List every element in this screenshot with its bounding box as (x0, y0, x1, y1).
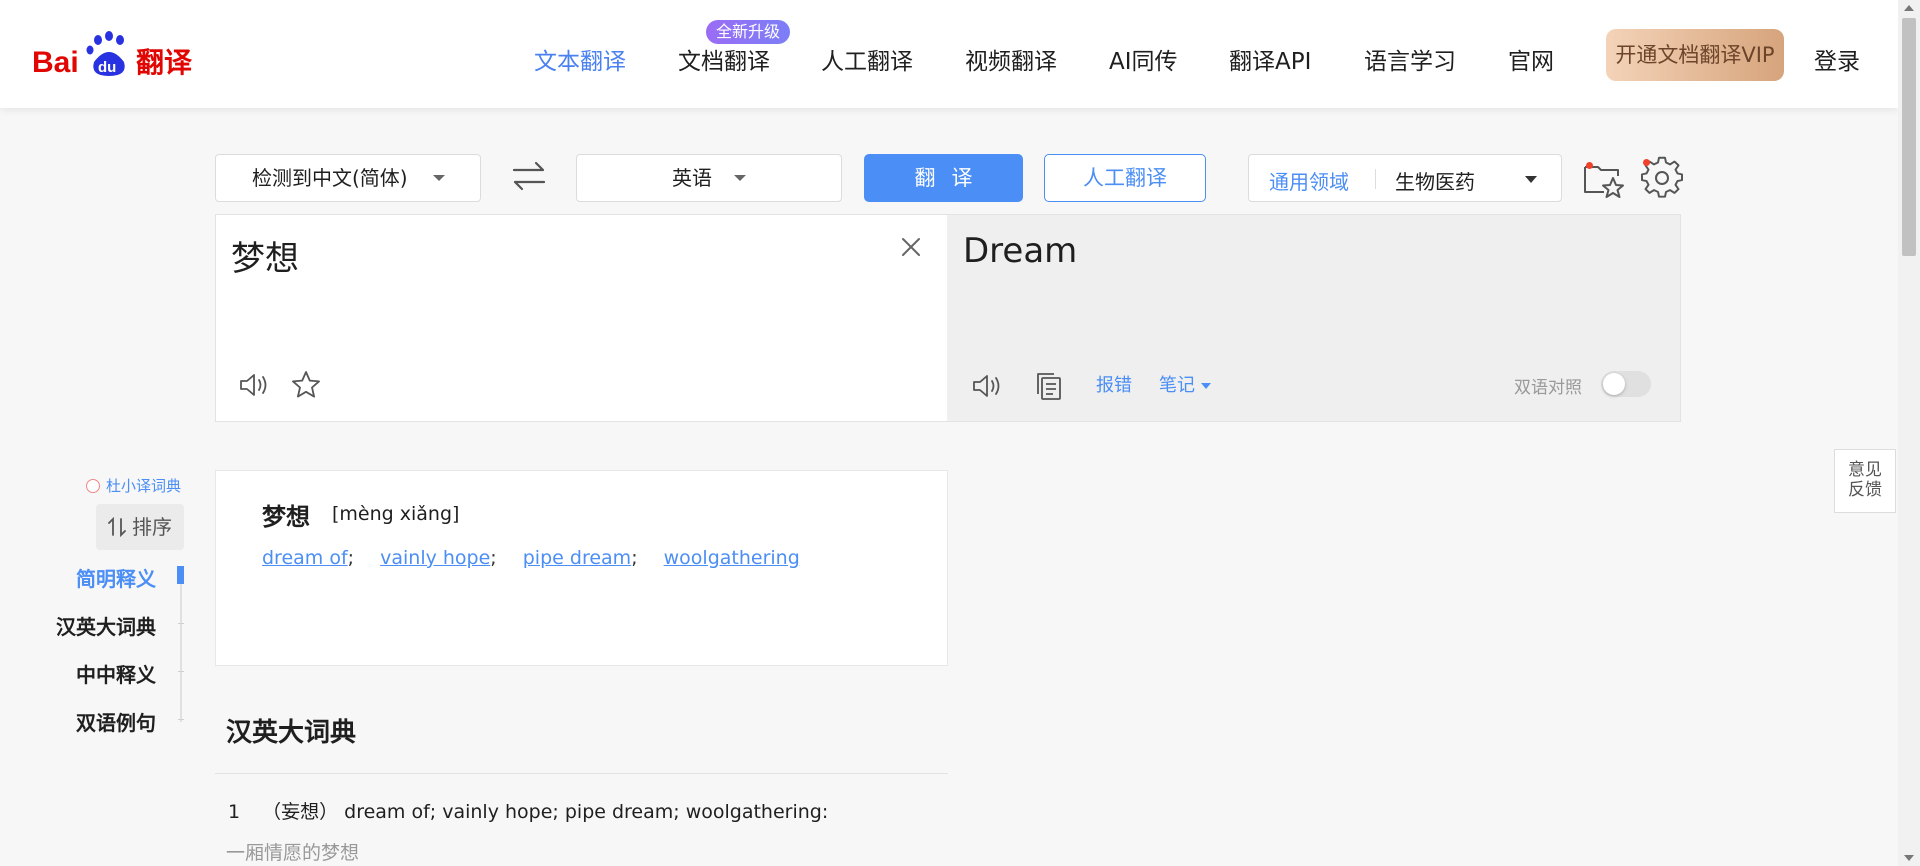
settings-icon[interactable] (1640, 156, 1684, 200)
feedback-line1: 意见 (1848, 460, 1882, 480)
translate-button[interactable]: 翻译 (864, 154, 1023, 202)
concise-definition-card: 梦想 [mèng xiǎng] dream of; vainly hope; p… (215, 470, 948, 666)
report-error-link[interactable]: 报错 (1096, 371, 1132, 397)
scroll-down-arrow-icon[interactable] (1904, 855, 1914, 861)
chevron-down-icon (433, 175, 445, 181)
nav-human-translate[interactable]: 人工翻译 (821, 42, 913, 76)
scroll-up-arrow-icon[interactable] (1904, 5, 1914, 11)
svg-text:du: du (98, 59, 116, 76)
nav-translate-api[interactable]: 翻译API (1229, 42, 1311, 76)
star-icon[interactable] (290, 369, 322, 401)
bilingual-toggle[interactable] (1601, 371, 1651, 397)
dictionary-brand-label: 杜小译词典 (106, 477, 182, 495)
new-upgrade-badge: 全新升级 (706, 20, 791, 44)
swap-icon[interactable] (511, 158, 547, 194)
toggle-knob (1603, 373, 1625, 395)
result-text-pane: Dream 报错 笔记 双语对照 (947, 214, 1681, 422)
big-dict-title: 汉英大词典 (226, 718, 357, 748)
target-language-label: 英语 (672, 166, 712, 190)
big-dict-entry: 1 （妄想） dream of; vainly hope; pipe dream;… (228, 797, 828, 824)
source-text-pane[interactable]: 梦想 (215, 214, 948, 422)
domain-value: 生物医药 (1395, 170, 1475, 194)
side-nav-big-dict[interactable]: 汉英大词典 (56, 611, 156, 640)
vip-button[interactable]: 开通文档翻译VIP (1606, 29, 1784, 81)
side-nav-chinese-def[interactable]: 中中释义 (76, 659, 156, 688)
nav-official-site[interactable]: 官网 (1508, 42, 1554, 76)
side-nav-concise[interactable]: 简明释义 (76, 563, 156, 592)
nav-text-translate[interactable]: 文本翻译 (534, 42, 626, 76)
entry-text: （妄想） dream of; vainly hope; pipe dream; … (262, 801, 829, 823)
svg-text:翻译: 翻译 (136, 46, 193, 79)
result-text: Dream (963, 231, 1078, 271)
dictionary-brand[interactable]: 杜小译词典 (86, 475, 181, 496)
side-nav-active-marker (177, 566, 184, 584)
chevron-down-icon (734, 175, 746, 181)
entry-example: 一厢情愿的梦想 (226, 842, 360, 864)
login-link[interactable]: 登录 (1814, 42, 1860, 76)
speaker-icon[interactable] (971, 370, 1003, 402)
notes-dropdown[interactable]: 笔记 (1159, 371, 1211, 397)
speaker-icon[interactable] (238, 369, 270, 401)
copy-icon[interactable] (1033, 370, 1065, 402)
chevron-down-icon (1525, 176, 1537, 183)
domain-divider (1375, 169, 1376, 189)
nav-ai-interpret[interactable]: AI同传 (1109, 42, 1178, 76)
side-nav-tick (178, 671, 184, 672)
definition-link[interactable]: vainly hope (380, 547, 490, 569)
human-translate-button[interactable]: 人工翻译 (1044, 154, 1206, 202)
side-nav-tick (178, 623, 184, 624)
side-nav-track (180, 566, 182, 722)
nav-language-learning[interactable]: 语言学习 (1364, 42, 1456, 76)
domain-general-label[interactable]: 通用领域 (1269, 166, 1349, 195)
baidu-translate-logo[interactable]: Bai du 翻译 (32, 28, 202, 84)
top-header: Bai du 翻译 文本翻译 文档翻译 全新升级 人工翻译 视频翻译 AI同传 … (0, 0, 1898, 108)
definition-link[interactable]: woolgathering (664, 547, 800, 569)
page-scrollbar[interactable] (1898, 0, 1920, 866)
dict-word: 梦想 (262, 503, 310, 531)
svg-text:Bai: Bai (32, 46, 79, 79)
domain-select[interactable]: 通用领域 生物医药 (1248, 154, 1562, 202)
sort-icon (108, 516, 126, 538)
nav-doc-translate[interactable]: 文档翻译 (678, 42, 770, 76)
side-nav-examples[interactable]: 双语例句 (76, 707, 156, 736)
close-icon[interactable] (899, 235, 923, 259)
definition-link[interactable]: pipe dream (523, 547, 631, 569)
nav-video-translate[interactable]: 视频翻译 (965, 42, 1057, 76)
notification-dot (1586, 162, 1593, 169)
chevron-down-icon (1201, 383, 1211, 389)
side-nav-tick (178, 719, 184, 720)
target-language-select[interactable]: 英语 (576, 154, 842, 202)
scroll-thumb[interactable] (1902, 18, 1916, 256)
source-language-select[interactable]: 检测到中文(简体) (215, 154, 481, 202)
definition-list: dream of; vainly hope; pipe dream; woolg… (262, 547, 800, 569)
source-language-label: 检测到中文(简体) (252, 166, 408, 190)
feedback-line2: 反馈 (1848, 480, 1882, 500)
notification-dot (1643, 159, 1650, 166)
entry-number: 1 (228, 801, 241, 823)
section-divider (215, 773, 948, 774)
sort-button[interactable]: 排序 (96, 504, 184, 550)
source-input[interactable]: 梦想 (231, 231, 299, 280)
feedback-button[interactable]: 意见 反馈 (1834, 449, 1896, 513)
mascot-icon (86, 479, 100, 493)
dict-pinyin: [mèng xiǎng] (332, 503, 460, 525)
favorites-icon[interactable] (1582, 156, 1626, 200)
bilingual-label: 双语对照 (1514, 378, 1582, 398)
definition-link[interactable]: dream of (262, 547, 348, 569)
sort-label: 排序 (132, 515, 172, 539)
notes-label: 笔记 (1159, 375, 1195, 396)
